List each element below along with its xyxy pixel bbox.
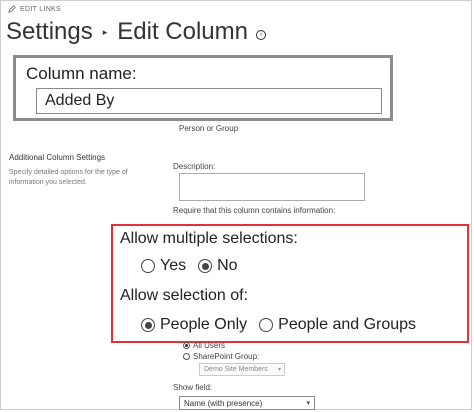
radio-people-only[interactable] — [141, 318, 155, 332]
page-title: Edit Column — [117, 18, 248, 45]
chevron-down-icon: ▾ — [277, 367, 281, 373]
sharepoint-group-option[interactable]: SharePoint Group: — [183, 352, 259, 361]
chevron-down-icon: ▾ — [306, 400, 310, 407]
radio-sharepoint-group[interactable] — [183, 353, 190, 360]
sharepoint-group-select[interactable]: Demo Site Members ▾ — [199, 363, 285, 376]
allow-multiple-no-option[interactable]: No — [198, 257, 238, 275]
sharepoint-group-label: SharePoint Group: — [193, 352, 260, 361]
radio-no[interactable] — [198, 259, 213, 273]
column-name-label: Column name: — [26, 64, 137, 83]
column-name-input[interactable] — [36, 88, 382, 114]
allow-multiple-yes-label: Yes — [160, 257, 187, 274]
radio-people-and-groups[interactable] — [259, 318, 274, 332]
window-frame: EDIT LINKS Settings ▸ Edit Column i Colu… — [0, 0, 472, 410]
sharepoint-group-value: Demo Site Members — [204, 366, 268, 373]
all-users-option[interactable]: All Users — [183, 341, 225, 350]
radio-all-users[interactable] — [183, 342, 190, 349]
people-and-groups-label: People and Groups — [278, 316, 417, 333]
description-textarea[interactable] — [179, 173, 365, 201]
show-field-value: Name (with presence) — [184, 398, 263, 408]
breadcrumb-settings-link[interactable]: Settings — [6, 18, 93, 46]
info-icon[interactable]: i — [255, 30, 266, 40]
breadcrumb-separator-icon: ▸ — [102, 26, 108, 37]
people-and-groups-option[interactable]: People and Groups — [259, 316, 416, 334]
people-only-option[interactable]: People Only — [141, 316, 247, 334]
allow-multiple-no-label: No — [217, 257, 238, 274]
column-name-highlight: Column name: — [13, 55, 393, 121]
allow-multiple-label: Allow multiple selections: — [120, 230, 298, 247]
show-field-label: Show field: — [173, 383, 213, 392]
description-label: Description: — [173, 162, 216, 171]
allow-multiple-yes-option[interactable]: Yes — [141, 257, 186, 275]
edit-links-button[interactable]: EDIT LINKS — [8, 5, 61, 13]
additional-settings-description: Specify detailed options for the type of… — [9, 169, 128, 186]
additional-settings-title: Additional Column Settings — [9, 153, 106, 162]
require-information-label: Require that this column contains inform… — [173, 206, 336, 215]
selection-options-highlight: Allow multiple selections: Yes No Allow … — [111, 224, 469, 343]
pencil-icon — [8, 5, 16, 13]
radio-yes[interactable] — [141, 259, 155, 273]
page-title-bar: Settings ▸ Edit Column i — [6, 18, 266, 46]
column-type-text: Person or Group — [179, 124, 239, 133]
show-field-select[interactable]: Name (with presence) ▾ — [179, 396, 315, 410]
edit-links-label: EDIT LINKS — [20, 5, 61, 13]
people-only-label: People Only — [160, 316, 248, 333]
all-users-label: All Users — [193, 341, 226, 350]
allow-selection-label: Allow selection of: — [120, 287, 249, 304]
allow-multiple-options: Yes No — [141, 257, 250, 275]
allow-selection-options: People Only People and Groups — [141, 316, 428, 334]
